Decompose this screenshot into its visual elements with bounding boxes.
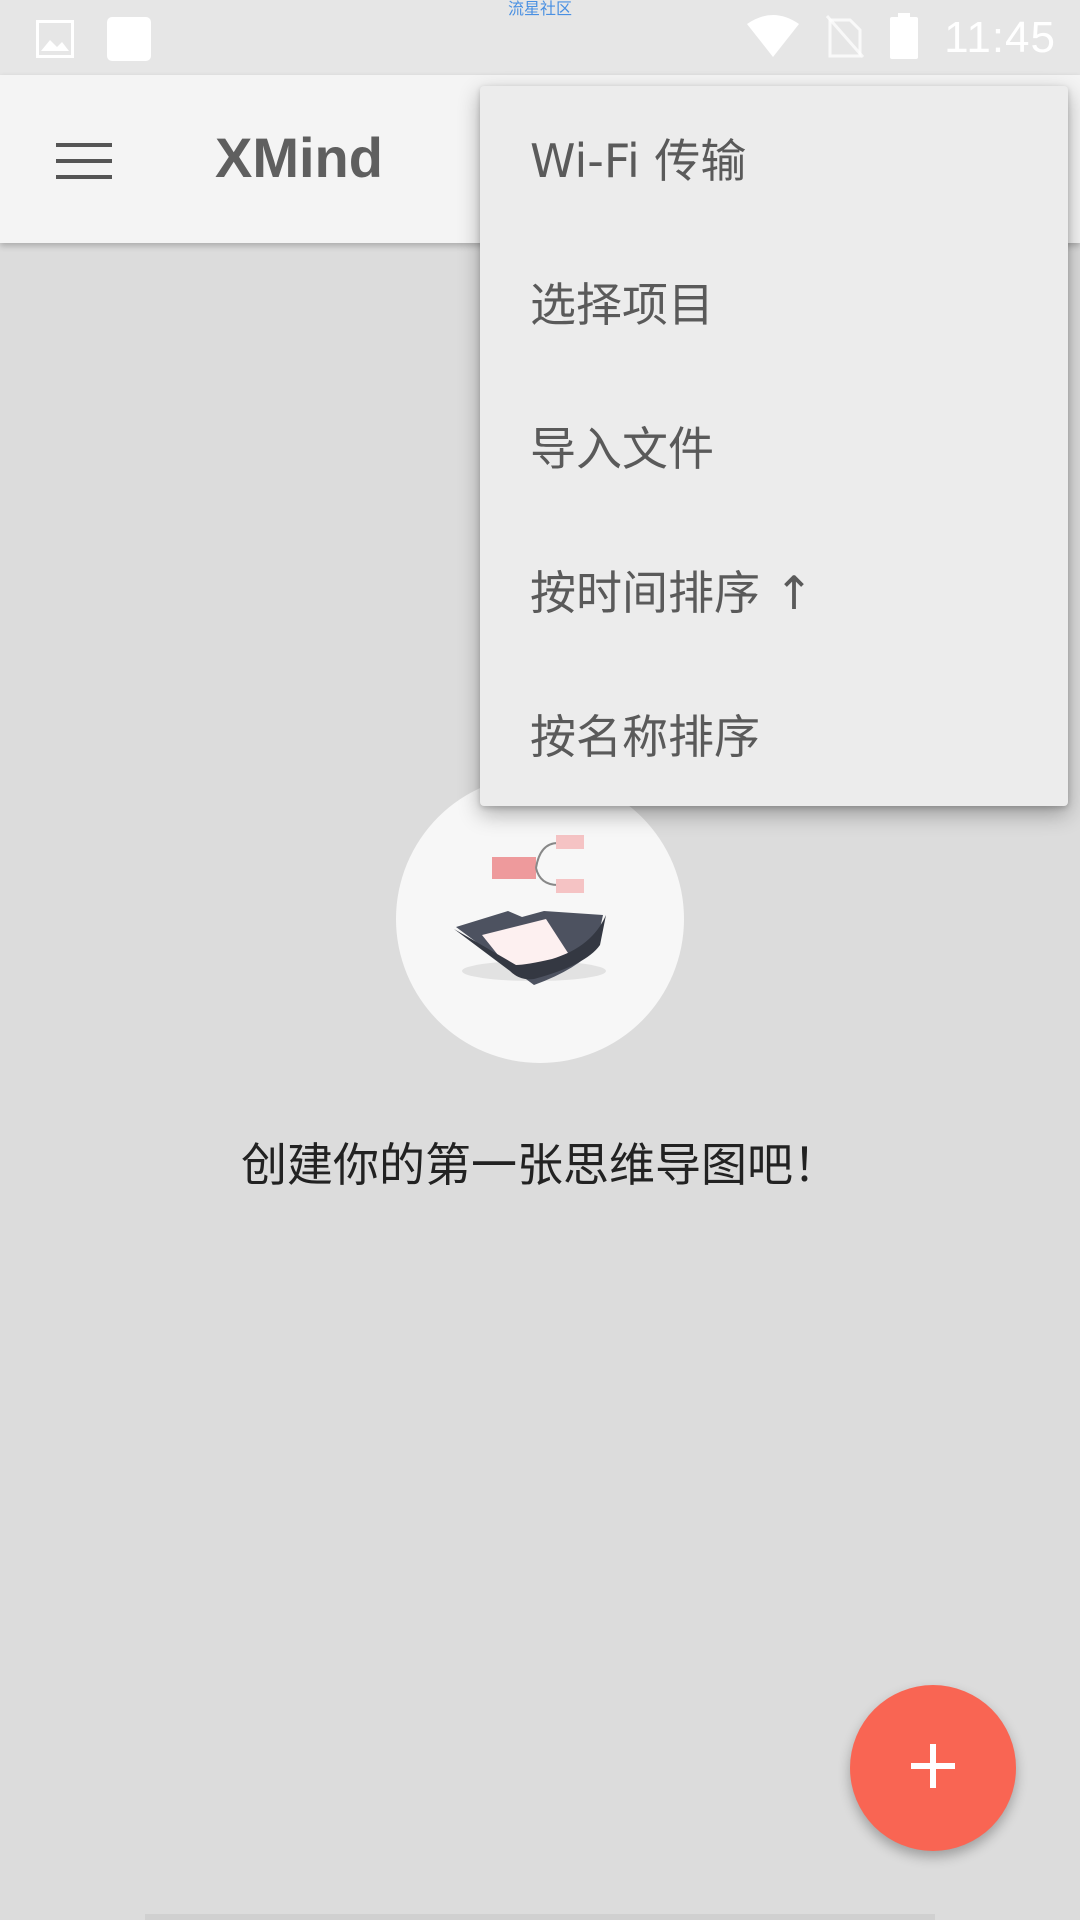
bottom-edge-divider: [145, 1914, 935, 1920]
menu-item-import-file[interactable]: 导入文件: [480, 374, 1068, 518]
status-bar-right: 11:45: [746, 8, 1056, 68]
wifi-icon: [746, 14, 800, 62]
hamburger-menu-button[interactable]: [36, 115, 132, 211]
empty-folder-mindmap-icon: [396, 835, 684, 1063]
menu-item-sort-by-name[interactable]: 按名称排序: [480, 662, 1068, 806]
menu-item-sort-by-time[interactable]: 按时间排序 ↑: [480, 518, 1068, 662]
no-sim-icon: [826, 14, 865, 62]
menu-item-select-items[interactable]: 选择项目: [480, 230, 1068, 374]
overflow-menu: Wi-Fi 传输 选择项目 导入文件 按时间排序 ↑ 按名称排序: [480, 86, 1068, 806]
empty-state-illustration: [396, 775, 684, 1063]
hamburger-menu-icon: [56, 141, 112, 185]
battery-icon: [890, 13, 919, 63]
status-bar-left: [36, 16, 152, 66]
image-icon: [36, 20, 74, 62]
plus-icon: [909, 1742, 957, 1794]
status-time: 11:45: [944, 13, 1056, 62]
app-title: XMind: [215, 126, 383, 189]
create-mindmap-fab[interactable]: [850, 1685, 1016, 1851]
status-bar: 流星社区 11:45: [0, 0, 1080, 75]
notification-square-icon: [106, 16, 152, 66]
empty-state-message: 创建你的第一张思维导图吧！: [241, 1138, 839, 1192]
menu-item-wifi-transfer[interactable]: Wi-Fi 传输: [480, 86, 1068, 230]
